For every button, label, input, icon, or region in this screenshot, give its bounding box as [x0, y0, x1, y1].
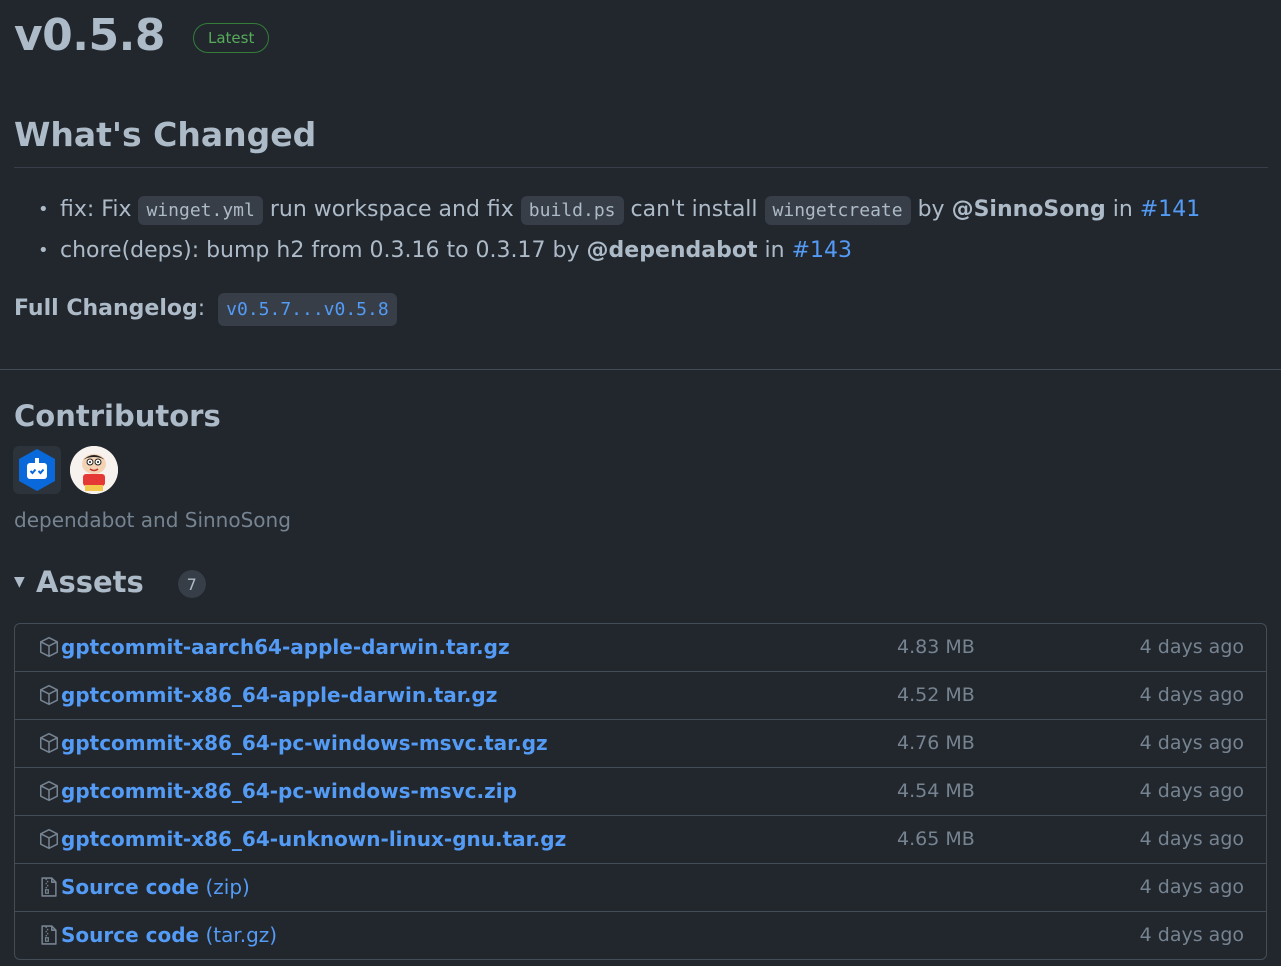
- contributors-heading: Contributors: [14, 399, 221, 433]
- inline-code: winget.yml: [138, 196, 263, 225]
- asset-name: gptcommit-x86_64-pc-windows-msvc.zip: [61, 779, 517, 803]
- heading-divider: [14, 167, 1268, 168]
- asset-name: gptcommit-aarch64-apple-darwin.tar.gz: [61, 635, 510, 659]
- dependabot-icon: [19, 449, 55, 491]
- triangle-down-icon: ▼: [14, 574, 25, 590]
- pr-link[interactable]: #141: [1140, 197, 1200, 222]
- section-divider: [0, 369, 1281, 370]
- asset-date: 4 days ago: [1139, 828, 1244, 850]
- avatar-dependabot[interactable]: [13, 446, 61, 494]
- asset-row: Source code (tar.gz) 4 days ago: [15, 911, 1266, 959]
- package-icon: [39, 684, 59, 706]
- assets-toggle[interactable]: ▼ Assets 7: [14, 562, 206, 602]
- asset-name: gptcommit-x86_64-apple-darwin.tar.gz: [61, 683, 498, 707]
- asset-link[interactable]: gptcommit-aarch64-apple-darwin.tar.gz: [61, 624, 510, 671]
- changelog-colon: :: [197, 296, 213, 321]
- change-text: can't install: [623, 197, 765, 222]
- author-mention[interactable]: @dependabot: [587, 238, 758, 263]
- asset-size: 4.54 MB: [897, 780, 975, 802]
- assets-list: gptcommit-aarch64-apple-darwin.tar.gz 4.…: [14, 623, 1267, 960]
- inline-code: build.ps: [520, 196, 624, 225]
- asset-name: Source code: [61, 875, 200, 899]
- asset-name: gptcommit-x86_64-pc-windows-msvc.tar.gz: [61, 731, 548, 755]
- assets-count-badge: 7: [177, 570, 206, 598]
- release-page: v0.5.8 Latest What's Changed fix: Fix wi…: [0, 0, 1281, 966]
- asset-link[interactable]: gptcommit-x86_64-pc-windows-msvc.tar.gz: [61, 720, 548, 767]
- release-header: v0.5.8 Latest: [14, 6, 270, 66]
- list-item: chore(deps): bump h2 from 0.3.16 to 0.3.…: [36, 231, 1200, 271]
- author-mention[interactable]: @SinnoSong: [952, 197, 1106, 222]
- changes-list: fix: Fix winget.yml run workspace and fi…: [36, 190, 1200, 271]
- asset-size: 4.52 MB: [897, 684, 975, 706]
- in-text: in: [757, 238, 792, 263]
- avatar-sinnosong[interactable]: [70, 446, 118, 494]
- release-title[interactable]: v0.5.8: [14, 6, 165, 66]
- asset-size: 4.76 MB: [897, 732, 975, 754]
- asset-suffix: (zip): [199, 875, 250, 899]
- asset-size: 4.65 MB: [897, 828, 975, 850]
- asset-row: gptcommit-x86_64-apple-darwin.tar.gz 4.5…: [15, 671, 1266, 719]
- whats-changed-heading: What's Changed: [14, 115, 317, 154]
- by-text: by: [545, 238, 587, 263]
- asset-date: 4 days ago: [1139, 780, 1244, 802]
- inline-code: wingetcreate: [764, 196, 911, 225]
- changelog-label: Full Changelog: [14, 296, 198, 321]
- pr-link[interactable]: #143: [792, 238, 852, 263]
- change-text: run workspace and fix: [262, 197, 521, 222]
- change-text: chore(deps): bump h2 from 0.3.16 to 0.3.…: [60, 238, 546, 263]
- asset-link[interactable]: Source code (tar.gz): [61, 912, 277, 959]
- package-icon: [39, 828, 59, 850]
- asset-row: gptcommit-aarch64-apple-darwin.tar.gz 4.…: [15, 624, 1266, 671]
- asset-name: gptcommit-x86_64-unknown-linux-gnu.tar.g…: [61, 827, 567, 851]
- file-zip-icon: [41, 877, 57, 897]
- asset-date: 4 days ago: [1139, 636, 1244, 658]
- package-icon: [39, 732, 59, 754]
- latest-badge: Latest: [192, 23, 270, 53]
- asset-row: gptcommit-x86_64-pc-windows-msvc.zip 4.5…: [15, 767, 1266, 815]
- asset-date: 4 days ago: [1139, 924, 1244, 946]
- changelog-compare-link[interactable]: v0.5.7...v0.5.8: [218, 293, 397, 326]
- user-avatar-icon: [70, 446, 118, 494]
- in-text: in: [1105, 197, 1140, 222]
- asset-row: gptcommit-x86_64-unknown-linux-gnu.tar.g…: [15, 815, 1266, 863]
- assets-heading: Assets: [36, 565, 144, 599]
- asset-link[interactable]: gptcommit-x86_64-unknown-linux-gnu.tar.g…: [61, 816, 566, 863]
- by-text: by: [910, 197, 952, 222]
- asset-suffix: (tar.gz): [199, 923, 278, 947]
- asset-size: 4.83 MB: [897, 636, 975, 658]
- asset-link[interactable]: gptcommit-x86_64-pc-windows-msvc.zip: [61, 768, 517, 815]
- file-zip-icon: [41, 925, 57, 945]
- asset-name: Source code: [61, 923, 200, 947]
- asset-date: 4 days ago: [1139, 684, 1244, 706]
- full-changelog: Full Changelog: v0.5.7...v0.5.8: [14, 289, 397, 330]
- asset-link[interactable]: Source code (zip): [61, 864, 250, 911]
- contributors-names: dependabot and SinnoSong: [14, 508, 291, 532]
- asset-row: gptcommit-x86_64-pc-windows-msvc.tar.gz …: [15, 719, 1266, 767]
- asset-date: 4 days ago: [1139, 732, 1244, 754]
- change-text: fix: Fix: [60, 197, 139, 222]
- package-icon: [39, 780, 59, 802]
- asset-row: Source code (zip) 4 days ago: [15, 863, 1266, 911]
- list-item: fix: Fix winget.yml run workspace and fi…: [36, 190, 1200, 231]
- asset-link[interactable]: gptcommit-x86_64-apple-darwin.tar.gz: [61, 672, 497, 719]
- package-icon: [39, 636, 59, 658]
- asset-date: 4 days ago: [1139, 876, 1244, 898]
